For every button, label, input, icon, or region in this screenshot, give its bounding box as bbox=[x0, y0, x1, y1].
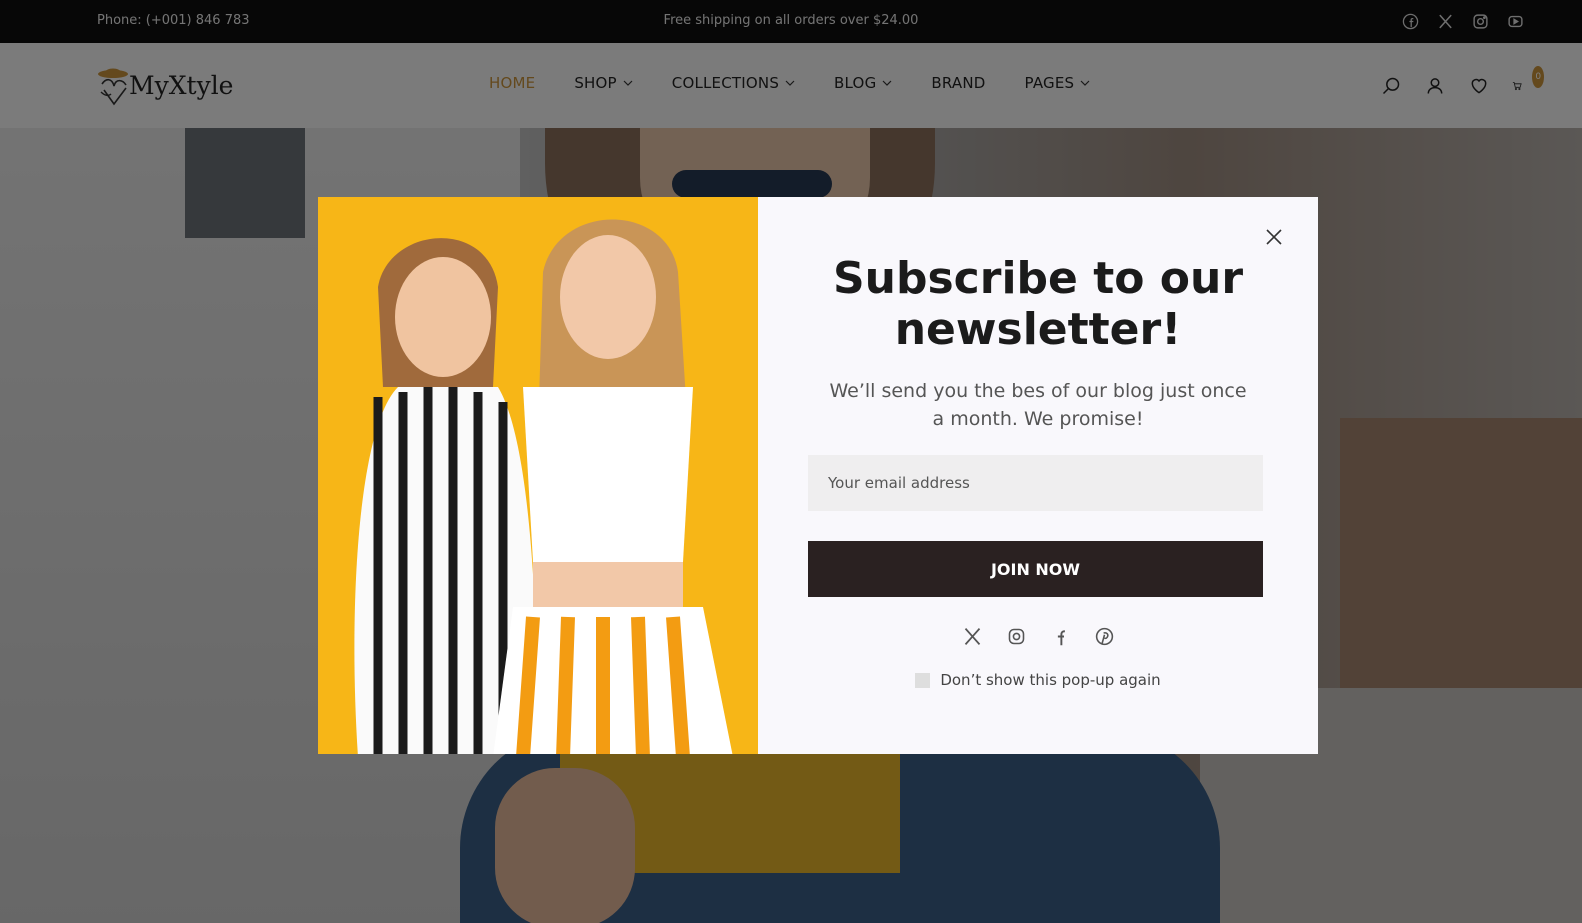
dont-show-checkbox[interactable] bbox=[915, 672, 931, 688]
pinterest-icon[interactable] bbox=[1093, 625, 1115, 647]
email-input[interactable] bbox=[808, 455, 1263, 511]
popup-title: Subscribe to our newsletter! bbox=[832, 253, 1244, 355]
close-icon[interactable] bbox=[1262, 225, 1286, 249]
instagram-icon[interactable] bbox=[1005, 625, 1027, 647]
dont-show-label: Don’t show this pop-up again bbox=[940, 671, 1161, 689]
dont-show-again[interactable]: Don’t show this pop-up again bbox=[758, 671, 1318, 689]
x-icon[interactable] bbox=[961, 625, 983, 647]
facebook-icon[interactable] bbox=[1049, 625, 1071, 647]
join-now-button[interactable]: JOIN NOW bbox=[808, 541, 1263, 597]
newsletter-popup: Subscribe to our newsletter! We’ll send … bbox=[318, 197, 1318, 754]
popup-content: Subscribe to our newsletter! We’ll send … bbox=[758, 197, 1318, 754]
popup-socials bbox=[758, 625, 1318, 647]
popup-subtitle: We’ll send you the bes of our blog just … bbox=[829, 380, 1247, 430]
popup-image bbox=[318, 197, 758, 754]
